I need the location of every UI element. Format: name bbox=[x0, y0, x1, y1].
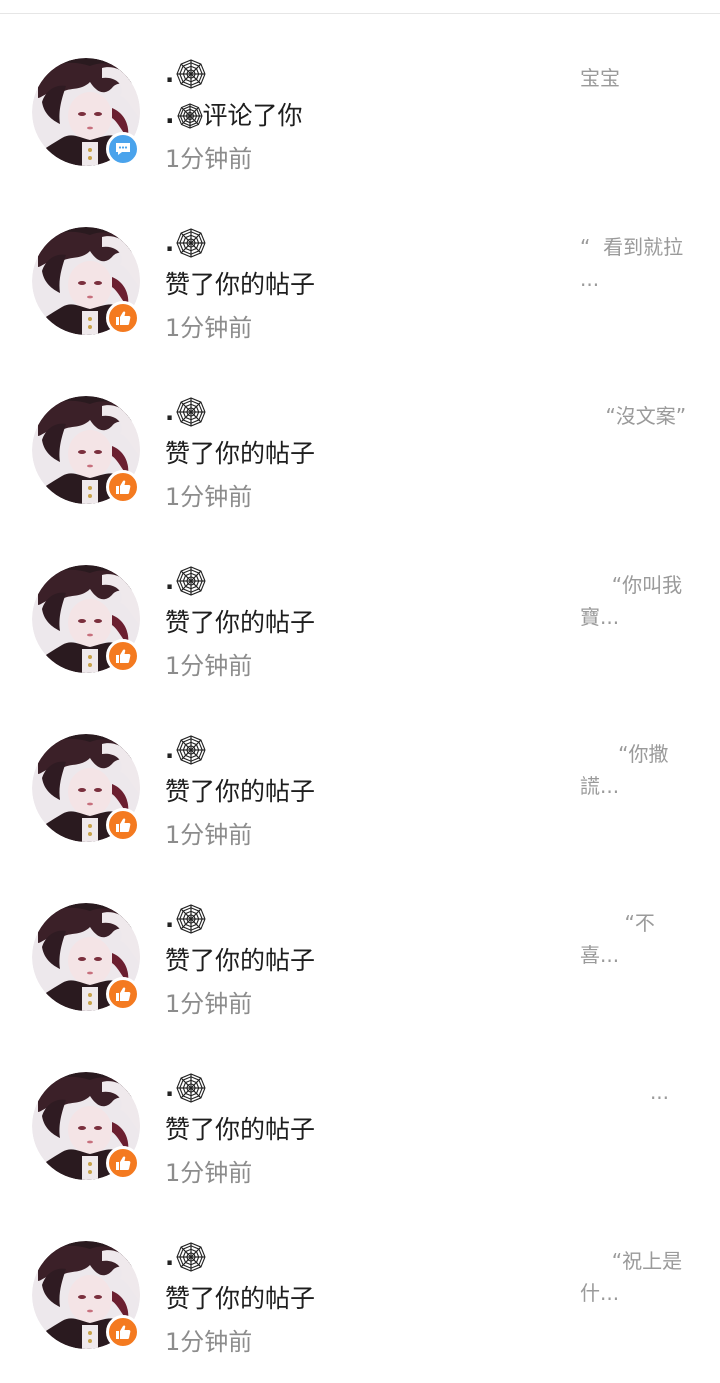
action-text: 赞了你的帖子 bbox=[165, 608, 316, 637]
timestamp: 1分钟前 bbox=[165, 1327, 253, 1356]
name-prefix: . bbox=[165, 905, 175, 933]
timestamp: 1分钟前 bbox=[165, 820, 253, 849]
user-name[interactable]: . bbox=[165, 56, 206, 92]
name-prefix: . bbox=[165, 398, 175, 426]
user-name[interactable]: . bbox=[165, 732, 206, 768]
notification-action: 赞了你的帖子 bbox=[165, 942, 315, 976]
timestamp: 1分钟前 bbox=[165, 144, 253, 173]
thumbs-up-icon bbox=[106, 470, 140, 504]
thumbs-up-icon bbox=[106, 1315, 140, 1349]
notification-action: 赞了你的帖子 bbox=[165, 773, 315, 807]
name-prefix: . bbox=[165, 1243, 175, 1271]
spider-web-icon bbox=[176, 100, 203, 129]
avatar[interactable] bbox=[32, 1072, 140, 1180]
notification-action: . 评论了你 bbox=[165, 97, 303, 131]
thumbs-up-icon bbox=[106, 977, 140, 1011]
notification-action: 赞了你的帖子 bbox=[165, 1111, 315, 1145]
notification-item[interactable]: . 赞了你的帖子 1分钟前 “你撒謊... bbox=[0, 676, 720, 849]
spider-web-icon bbox=[176, 566, 206, 596]
post-preview[interactable]: “不喜... bbox=[580, 907, 692, 971]
user-name[interactable]: . bbox=[165, 1070, 206, 1106]
user-name[interactable]: . bbox=[165, 901, 206, 937]
user-name[interactable]: . bbox=[165, 225, 206, 261]
post-preview[interactable]: 宝宝 bbox=[580, 62, 692, 94]
avatar[interactable] bbox=[32, 58, 140, 166]
timestamp: 1分钟前 bbox=[165, 482, 253, 511]
name-prefix: . bbox=[165, 567, 175, 595]
timestamp: 1分钟前 bbox=[165, 1158, 253, 1187]
action-text: 赞了你的帖子 bbox=[165, 777, 316, 806]
notification-item[interactable]: . 赞了你的帖子 1分钟前 “不喜... bbox=[0, 845, 720, 1018]
action-text: 评论了你 bbox=[202, 101, 303, 130]
notification-item[interactable]: .. 评论了你 1分钟前 宝宝 bbox=[0, 0, 720, 173]
avatar[interactable] bbox=[32, 1241, 140, 1349]
notification-item[interactable]: . 赞了你的帖子 1分钟前 “你叫我寶... bbox=[0, 507, 720, 680]
post-preview[interactable]: “祝上是什... bbox=[580, 1245, 692, 1309]
name-prefix: . bbox=[165, 229, 175, 257]
notification-action: 赞了你的帖子 bbox=[165, 604, 315, 638]
user-name[interactable]: . bbox=[165, 563, 206, 599]
spider-web-icon bbox=[176, 59, 206, 89]
action-text: 赞了你的帖子 bbox=[165, 270, 316, 299]
avatar[interactable] bbox=[32, 734, 140, 842]
post-preview[interactable]: ... bbox=[580, 1076, 692, 1108]
name-prefix: . bbox=[165, 736, 175, 764]
notification-item[interactable]: . 赞了你的帖子 1分钟前 “ 看到就拉 ... bbox=[0, 169, 720, 342]
spider-web-icon bbox=[176, 1242, 206, 1272]
name-prefix: . bbox=[165, 60, 175, 88]
notification-action: 赞了你的帖子 bbox=[165, 1280, 315, 1314]
thumbs-up-icon bbox=[106, 639, 140, 673]
post-preview[interactable]: “你撒謊... bbox=[580, 738, 692, 802]
notification-item[interactable]: . 赞了你的帖子 1分钟前 ... bbox=[0, 1014, 720, 1187]
notification-action: 赞了你的帖子 bbox=[165, 266, 315, 300]
thumbs-up-icon bbox=[106, 301, 140, 335]
action-text: 赞了你的帖子 bbox=[165, 946, 316, 975]
post-preview[interactable]: “你叫我寶... bbox=[580, 569, 692, 633]
user-name[interactable]: . bbox=[165, 394, 206, 430]
spider-web-icon bbox=[176, 1073, 206, 1103]
notification-action: 赞了你的帖子 bbox=[165, 435, 315, 469]
avatar[interactable] bbox=[32, 903, 140, 1011]
post-preview[interactable]: “ 看到就拉 ... bbox=[580, 231, 692, 295]
spider-web-icon bbox=[176, 228, 206, 258]
comment-icon bbox=[106, 132, 140, 166]
name-prefix: . bbox=[165, 1074, 175, 1102]
action-text: 赞了你的帖子 bbox=[165, 1284, 316, 1313]
notification-item[interactable]: . 赞了你的帖子 1分钟前 “沒文案” bbox=[0, 338, 720, 511]
thumbs-up-icon bbox=[106, 808, 140, 842]
action-text: 赞了你的帖子 bbox=[165, 439, 316, 468]
timestamp: 1分钟前 bbox=[165, 989, 253, 1018]
thumbs-up-icon bbox=[106, 1146, 140, 1180]
spider-web-icon bbox=[176, 904, 206, 934]
avatar[interactable] bbox=[32, 227, 140, 335]
avatar[interactable] bbox=[32, 565, 140, 673]
notification-item[interactable]: . 赞了你的帖子 1分钟前 “祝上是什... bbox=[0, 1183, 720, 1356]
user-name[interactable]: . bbox=[165, 1239, 206, 1275]
post-preview[interactable]: “沒文案” bbox=[580, 400, 692, 432]
action-prefix: . bbox=[165, 99, 175, 129]
timestamp: 1分钟前 bbox=[165, 313, 253, 342]
spider-web-icon bbox=[176, 397, 206, 427]
action-text: 赞了你的帖子 bbox=[165, 1115, 316, 1144]
spider-web-icon bbox=[176, 735, 206, 765]
avatar[interactable] bbox=[32, 396, 140, 504]
timestamp: 1分钟前 bbox=[165, 651, 253, 680]
